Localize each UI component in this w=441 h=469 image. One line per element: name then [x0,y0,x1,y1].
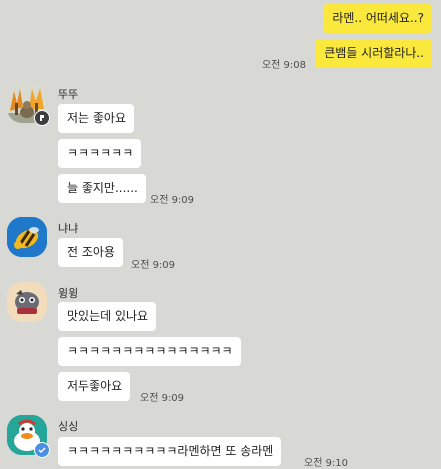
sender-name: 싱싱 [58,420,79,433]
my-message-bubble[interactable]: 큰뱀들 시러할라나.. [315,39,432,68]
message-time: 오전 9:08 [261,60,306,71]
message-time: 오전 9:09 [131,260,176,271]
their-message-bubble[interactable]: ㅋㅋㅋㅋㅋㅋㅋㅋㅋㅋㅋㅋㅋㅋㅋ [58,337,241,366]
sender-name: 윙윙 [58,287,79,300]
their-message-bubble[interactable]: 저두좋아요 [58,372,131,401]
their-message-bubble[interactable]: 저는 좋아요 [58,104,135,133]
manager-badge-icon [34,110,50,126]
sender-name: 냐냐 [58,222,79,235]
profile-avatar-wingwing[interactable] [7,282,47,322]
profile-avatar-nyanya[interactable] [7,217,47,257]
message-time: 오전 9:09 [140,393,185,404]
sender-name: 뚜뚜 [58,88,79,101]
their-message-bubble[interactable]: ㅋㅋㅋㅋㅋㅋㅋㅋㅋㅋ라멘하면 또 송라멘 [58,437,282,466]
their-message-bubble[interactable]: ㅋㅋㅋㅋㅋㅋ [58,139,142,168]
their-message-bubble[interactable]: 맛있는데 있나요 [58,302,157,331]
verified-badge-icon [34,442,50,458]
my-message-bubble[interactable]: 라멘.. 어떠세요..? [323,4,432,33]
their-message-bubble[interactable]: 전 조아용 [58,238,123,267]
bee-icon [7,217,47,257]
message-time: 오전 9:10 [304,458,349,469]
their-message-bubble[interactable]: 늘 좋지만...... [58,174,146,203]
cartoon-creature-icon [7,282,47,322]
message-time: 오전 9:09 [150,195,195,206]
